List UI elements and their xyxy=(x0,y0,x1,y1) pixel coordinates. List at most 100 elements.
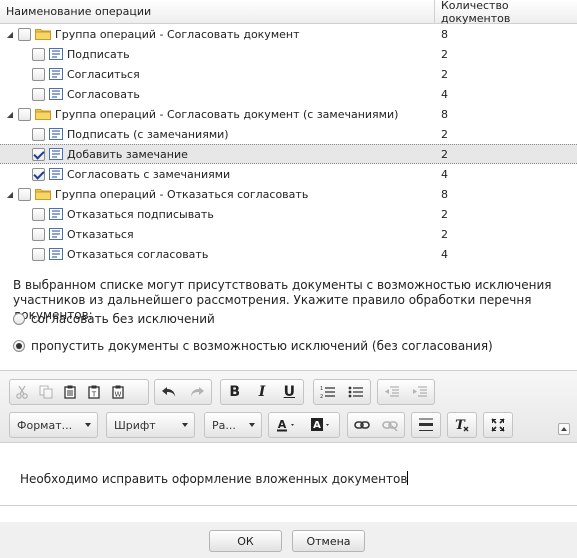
text-color-icon[interactable]: A xyxy=(269,413,304,437)
underline-icon[interactable]: U xyxy=(276,380,303,404)
size-combo[interactable]: Ра... xyxy=(204,412,262,438)
collapse-toolbar-button[interactable] xyxy=(558,423,570,435)
row-checkbox[interactable] xyxy=(32,47,45,61)
svg-text:A: A xyxy=(313,420,321,431)
editor-text: Необходимо исправить оформление вложенны… xyxy=(20,472,408,486)
operation-row[interactable]: Согласовать с замечаниями 4 xyxy=(0,164,577,184)
operation-icon xyxy=(49,88,63,100)
row-checkbox[interactable] xyxy=(32,227,45,241)
name-cell: Добавить замечание xyxy=(0,145,435,163)
clear-format-group: T xyxy=(447,412,477,438)
operation-row[interactable]: Подписать 2 xyxy=(0,44,577,64)
indent-icon[interactable] xyxy=(406,380,434,404)
radio-label: пропустить документы с возможностью искл… xyxy=(31,339,493,353)
cut-icon[interactable] xyxy=(10,380,34,404)
link-group xyxy=(347,412,405,438)
name-cell: Подписать xyxy=(0,44,435,64)
name-cell: ◢ Группа операций - Согласовать документ … xyxy=(0,104,435,124)
italic-icon[interactable]: I xyxy=(248,380,275,404)
radio-button[interactable] xyxy=(13,313,25,325)
bullet-list-icon[interactable] xyxy=(342,380,370,404)
row-checkbox[interactable] xyxy=(18,187,31,201)
row-checkbox[interactable] xyxy=(32,247,45,261)
operation-icon xyxy=(49,168,63,180)
group-row[interactable]: ◢ Группа операций - Согласовать документ … xyxy=(0,104,577,124)
remove-format-icon[interactable]: T xyxy=(448,413,476,437)
group-row[interactable]: ◢ Группа операций - Отказаться согласоват… xyxy=(0,184,577,204)
row-label: Отказаться xyxy=(67,227,134,241)
row-checkbox[interactable] xyxy=(32,207,45,221)
row-label: Согласовать с замечаниями xyxy=(67,167,231,181)
paste-word-icon[interactable]: W xyxy=(106,380,130,404)
redo-icon[interactable] xyxy=(183,380,211,404)
count-cell: 8 xyxy=(441,27,448,41)
operation-row[interactable]: Согласовать 4 xyxy=(0,84,577,104)
expand-toggle-icon[interactable]: ◢ xyxy=(4,108,16,120)
row-label: Группа операций - Отказаться согласовать xyxy=(55,187,309,201)
paste-text-icon[interactable]: T xyxy=(82,380,106,404)
font-combo[interactable]: Шрифт xyxy=(106,412,195,438)
row-label: Согласовать xyxy=(67,87,140,101)
paste-icon[interactable] xyxy=(58,380,82,404)
numbered-list-icon[interactable]: 12 xyxy=(314,380,342,404)
operation-icon xyxy=(49,148,63,160)
dialog-footer: ОК Отмена xyxy=(0,522,577,558)
radio-button[interactable] xyxy=(13,340,25,352)
text-caret xyxy=(407,471,409,485)
indent-group xyxy=(377,379,435,405)
row-label: Группа операций - Согласовать документ (… xyxy=(55,107,399,121)
undo-icon[interactable] xyxy=(155,380,183,404)
background-color-icon[interactable]: A xyxy=(304,413,339,437)
operation-row[interactable]: Добавить замечание 2 xyxy=(0,144,577,164)
expand-toggle-icon[interactable]: ◢ xyxy=(4,188,16,200)
bold-icon[interactable]: B xyxy=(221,380,248,404)
radio-option-no-exceptions[interactable]: согласовать без исключений xyxy=(13,312,215,326)
row-checkbox[interactable] xyxy=(32,167,45,181)
row-label: Отказаться подписывать xyxy=(67,207,214,221)
format-combo[interactable]: Формат... xyxy=(9,412,98,438)
operation-row[interactable]: Согласиться 2 xyxy=(0,64,577,84)
row-label: Группа операций - Согласовать документ xyxy=(55,27,300,41)
operation-row[interactable]: Отказаться 2 xyxy=(0,224,577,244)
row-checkbox[interactable] xyxy=(32,67,45,81)
font-combo-label: Шрифт xyxy=(114,418,156,432)
row-checkbox[interactable] xyxy=(32,127,45,141)
link-icon[interactable] xyxy=(348,413,376,437)
horizontal-rule-icon[interactable] xyxy=(412,413,440,437)
row-checkbox[interactable] xyxy=(32,147,45,161)
column-header-name[interactable]: Наименование операции xyxy=(0,0,435,23)
maximize-icon[interactable] xyxy=(484,413,512,437)
outdent-icon[interactable] xyxy=(378,380,406,404)
operation-row[interactable]: Отказаться согласовать 4 xyxy=(0,244,577,264)
expand-toggle-icon[interactable]: ◢ xyxy=(4,28,16,40)
row-checkbox[interactable] xyxy=(18,107,31,121)
maximize-group xyxy=(483,412,513,438)
grid-body: ◢ Группа операций - Согласовать документ 8… xyxy=(0,24,577,264)
list-group: 12 xyxy=(313,379,371,405)
radio-option-skip-documents[interactable]: пропустить документы с возможностью искл… xyxy=(13,339,493,353)
grid-header: Наименование операции Количество докумен… xyxy=(0,0,577,25)
svg-text:T: T xyxy=(91,391,97,399)
row-label: Согласиться xyxy=(67,67,140,81)
row-checkbox[interactable] xyxy=(32,87,45,101)
color-group: A A xyxy=(268,412,340,438)
editor-content-area[interactable]: Необходимо исправить оформление вложенны… xyxy=(0,443,577,514)
group-row[interactable]: ◢ Группа операций - Согласовать документ 8 xyxy=(0,24,577,44)
operation-row[interactable]: Подписать (с замечаниями) 2 xyxy=(0,124,577,144)
unlink-icon[interactable] xyxy=(376,413,404,437)
ok-button[interactable]: ОК xyxy=(209,530,282,552)
hr-group xyxy=(411,412,441,438)
row-checkbox[interactable] xyxy=(18,27,31,41)
name-cell: Отказаться xyxy=(0,224,435,244)
folder-icon xyxy=(35,28,51,40)
name-cell: Согласиться xyxy=(0,64,435,84)
history-group xyxy=(154,379,212,405)
count-cell: 8 xyxy=(441,187,448,201)
row-label: Добавить замечание xyxy=(67,147,188,161)
editor-toolbar: T W B I U 12 Формат... Шрифт Ра... A A T xyxy=(0,371,577,443)
cancel-button[interactable]: Отмена xyxy=(292,530,365,552)
name-cell: Отказаться согласовать xyxy=(0,244,435,264)
column-header-count[interactable]: Количество документов xyxy=(435,0,577,25)
copy-icon[interactable] xyxy=(34,380,58,404)
operation-row[interactable]: Отказаться подписывать 2 xyxy=(0,204,577,224)
